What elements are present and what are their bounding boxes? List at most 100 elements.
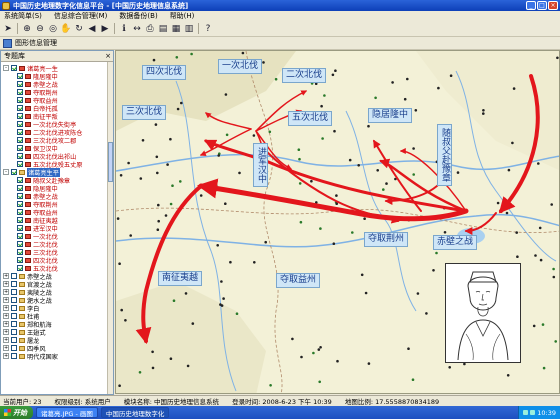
layer-checkbox[interactable] (11, 273, 17, 279)
expand-icon[interactable]: + (3, 329, 9, 335)
settlement-dot (335, 194, 338, 197)
layer-checkbox[interactable] (17, 217, 23, 223)
close-button[interactable]: × (548, 1, 558, 10)
layer-checkbox[interactable] (11, 289, 17, 295)
full-extent-icon[interactable]: ◎ (47, 23, 59, 35)
layer-checkbox[interactable] (17, 129, 23, 135)
start-button[interactable]: 开始 (0, 406, 33, 419)
identify-icon[interactable]: ℹ (118, 23, 130, 35)
help-icon[interactable]: ? (202, 23, 214, 35)
collapse-icon[interactable]: - (3, 65, 9, 71)
map-label-yizhou[interactable]: 夺取益州 (276, 273, 321, 288)
layer-checkbox[interactable] (11, 313, 17, 319)
menu-help[interactable]: 帮助(H) (170, 11, 195, 21)
settlement-dot (364, 291, 368, 295)
expand-icon[interactable]: + (3, 337, 9, 343)
menu-backup[interactable]: 数据备份(B) (119, 11, 157, 21)
expand-icon[interactable]: + (3, 305, 9, 311)
map-label-expedition-3[interactable]: 三次北伐 (122, 105, 167, 120)
expand-icon[interactable]: + (3, 313, 9, 319)
layer-checkbox[interactable] (17, 161, 23, 167)
map-label-hanzhong[interactable]: 进军汉中 (253, 143, 268, 187)
tray-icon[interactable] (523, 410, 529, 415)
scrollbar-thumb[interactable] (108, 142, 113, 182)
layer-checkbox[interactable] (11, 65, 17, 71)
tree-scrollbar[interactable] (107, 62, 113, 394)
tree-item[interactable]: + 明代戍国家 (3, 352, 58, 361)
expand-icon[interactable]: + (3, 345, 9, 351)
layer-checkbox[interactable] (17, 89, 23, 95)
select-icon[interactable]: ➤ (2, 23, 14, 35)
map-label-yuzhang[interactable]: 随叔父赴豫章 (437, 124, 452, 186)
pan-hand-icon[interactable]: ✋ (60, 23, 72, 35)
layer-checkbox[interactable] (11, 297, 17, 303)
layer-checkbox[interactable] (17, 209, 23, 215)
taskbar-item-app[interactable]: 中国历史地理数字化 (100, 407, 170, 418)
minimize-button[interactable]: _ (526, 1, 536, 10)
taskbar-item-paint[interactable]: 诸葛亮.JPG - 画图 (36, 407, 98, 418)
layer-checkbox[interactable] (17, 73, 23, 79)
collapse-icon[interactable]: - (3, 169, 9, 175)
expand-icon[interactable]: + (3, 353, 9, 359)
forward-icon[interactable]: ▶ (99, 23, 111, 35)
chart-icon[interactable]: ▦ (170, 23, 182, 35)
map-label-expedition-4[interactable]: 四次北伐 (142, 65, 187, 80)
map-label-expedition-1[interactable]: 一次北伐 (218, 59, 263, 74)
expand-icon[interactable]: + (3, 321, 9, 327)
layer-checkbox[interactable] (11, 329, 17, 335)
map-label-yiyue[interactable]: 南征夷越 (158, 271, 203, 286)
expand-icon[interactable]: + (3, 281, 9, 287)
layer-checkbox[interactable] (17, 153, 23, 159)
layer-checkbox[interactable] (11, 321, 17, 327)
print-icon[interactable]: ⎙ (144, 23, 156, 35)
settlement-dot (376, 169, 380, 172)
layer-checkbox[interactable] (17, 177, 23, 183)
table-icon[interactable]: ▥ (183, 23, 195, 35)
map-label-chibi[interactable]: 赤壁之战 (433, 235, 478, 250)
expand-icon[interactable]: + (3, 289, 9, 295)
map-manage-tab[interactable]: 图形信息管理 (15, 38, 57, 48)
layer-checkbox[interactable] (17, 201, 23, 207)
layer-checkbox[interactable] (17, 249, 23, 255)
layer-checkbox[interactable] (17, 241, 23, 247)
layer-checkbox[interactable] (17, 113, 23, 119)
panel-header: 专题库 × (1, 51, 113, 62)
zoom-in-icon[interactable]: ⊕ (21, 23, 33, 35)
layer-checkbox[interactable] (17, 81, 23, 87)
layer-checkbox[interactable] (17, 193, 23, 199)
layer-checkbox[interactable] (17, 105, 23, 111)
layer-checkbox[interactable] (17, 257, 23, 263)
expand-icon[interactable]: + (3, 297, 9, 303)
layer-checkbox[interactable] (11, 337, 17, 343)
expand-icon[interactable]: + (3, 273, 9, 279)
map-label-expedition-2[interactable]: 二次北伐 (282, 68, 327, 83)
layer-checkbox[interactable] (17, 137, 23, 143)
map-label-longzhong[interactable]: 隐居隆中 (368, 108, 413, 123)
menu-system[interactable]: 系统简单(S) (4, 11, 42, 21)
map-label-jingzhou[interactable]: 夺取荆州 (364, 232, 409, 247)
layer-checkbox[interactable] (11, 353, 17, 359)
layer-checkbox[interactable] (17, 265, 23, 271)
measure-icon[interactable]: ↔ (131, 23, 143, 35)
panel-close-icon[interactable]: × (105, 51, 111, 61)
tray-icon[interactable] (530, 410, 536, 415)
layer-checkbox[interactable] (17, 225, 23, 231)
layer-checkbox[interactable] (11, 345, 17, 351)
maximize-button[interactable]: □ (537, 1, 547, 10)
layer-checkbox[interactable] (17, 121, 23, 127)
menu-info-manage[interactable]: 信息综合管理(M) (54, 11, 108, 21)
layer-checkbox[interactable] (11, 281, 17, 287)
layer-icon (19, 321, 25, 327)
layer-checkbox[interactable] (17, 97, 23, 103)
layer-checkbox[interactable] (17, 145, 23, 151)
map-label-expedition-5[interactable]: 五次北伐 (288, 111, 333, 126)
zoom-out-icon[interactable]: ⊖ (34, 23, 46, 35)
layer-checkbox[interactable] (11, 169, 17, 175)
layer-icon[interactable]: ▤ (157, 23, 169, 35)
refresh-icon[interactable]: ↻ (73, 23, 85, 35)
layer-checkbox[interactable] (17, 185, 23, 191)
layer-checkbox[interactable] (17, 233, 23, 239)
map-view[interactable]: 一次北伐 四次北伐 二次北伐 三次北伐 五次北伐 隐居隆中 随叔父赴豫章 进军汉… (115, 50, 560, 394)
back-icon[interactable]: ◀ (86, 23, 98, 35)
layer-checkbox[interactable] (11, 305, 17, 311)
